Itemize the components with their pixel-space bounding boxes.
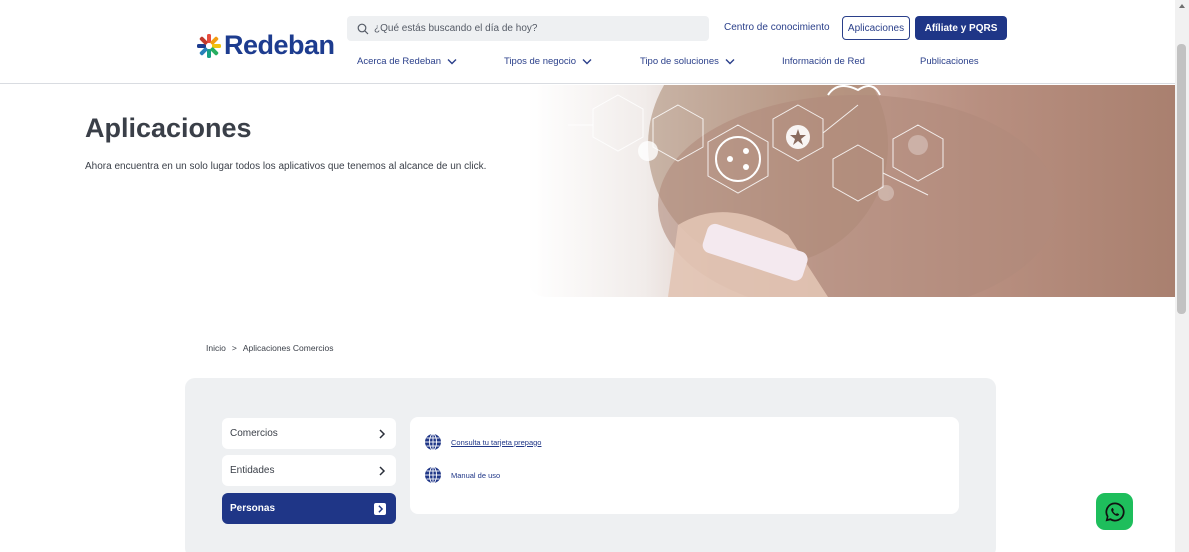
logo-text: Redeban: [224, 30, 335, 60]
nav-tipos-negocio[interactable]: Tipos de negocio: [504, 56, 592, 67]
tab-label: Comercios: [230, 428, 278, 439]
scroll-up-arrow-icon[interactable]: [1179, 4, 1185, 8]
nav-publicaciones[interactable]: Publicaciones: [920, 56, 979, 67]
logo-mark-icon: [197, 33, 221, 58]
chevron-down-icon: [725, 59, 735, 65]
page-description: Ahora encuentra en un solo lugar todos l…: [85, 161, 487, 172]
chevron-down-icon: [582, 59, 592, 65]
search-icon: [357, 23, 369, 34]
page-scrollbar[interactable]: [1175, 0, 1189, 552]
nav-label: Tipo de soluciones: [640, 56, 719, 67]
nav-informacion-red[interactable]: Información de Red: [782, 56, 865, 67]
redeban-logo[interactable]: Redeban: [196, 30, 335, 61]
nav-label: Tipos de negocio: [504, 56, 577, 67]
search-bar[interactable]: [347, 16, 709, 41]
nav-label: Acerca de Redeban: [357, 56, 441, 67]
hero-illustration: [568, 85, 1058, 297]
hero-image: [528, 85, 1175, 297]
globe-icon: [425, 466, 441, 484]
tab-entidades[interactable]: Entidades: [222, 455, 396, 486]
page-title: Aplicaciones: [85, 113, 252, 143]
link-label[interactable]: Consulta tu tarjeta prepago: [451, 438, 541, 447]
search-input[interactable]: [374, 23, 694, 34]
afiliate-pqrs-button[interactable]: Afíliate y PQRS: [915, 16, 1007, 40]
nav-acerca[interactable]: Acerca de Redeban: [357, 56, 457, 67]
link-consulta-tarjeta[interactable]: Consulta tu tarjeta prepago: [424, 433, 541, 451]
breadcrumb-current: Aplicaciones Comercios: [242, 343, 334, 353]
breadcrumb: Inicio > Aplicaciones Comercios: [206, 343, 334, 353]
globe-icon: [425, 433, 441, 451]
link-manual-uso[interactable]: Manual de uso: [424, 466, 500, 484]
breadcrumb-home[interactable]: Inicio: [206, 343, 226, 353]
chevron-right-icon: [379, 465, 386, 476]
whatsapp-button[interactable]: [1096, 493, 1133, 530]
whatsapp-icon: [1104, 501, 1125, 521]
chevron-right-icon: [374, 502, 386, 515]
tab-label: Entidades: [230, 465, 275, 476]
chevron-right-icon: [379, 428, 386, 439]
nav-tipo-soluciones[interactable]: Tipo de soluciones: [640, 56, 735, 67]
nav-label: Información de Red: [782, 56, 865, 67]
breadcrumb-separator: >: [231, 343, 237, 353]
tab-comercios[interactable]: Comercios: [222, 418, 396, 449]
centro-conocimiento-link[interactable]: Centro de conocimiento: [724, 22, 830, 33]
tab-personas[interactable]: Personas: [222, 493, 396, 524]
nav-label: Publicaciones: [920, 56, 979, 67]
scroll-thumb[interactable]: [1177, 44, 1186, 314]
chevron-down-icon: [447, 59, 457, 65]
link-label[interactable]: Manual de uso: [451, 471, 500, 480]
site-header: Redeban Centro de conocimiento Aplicacio…: [0, 0, 1175, 84]
aplicaciones-button[interactable]: Aplicaciones: [842, 16, 910, 40]
tab-label: Personas: [230, 503, 276, 514]
